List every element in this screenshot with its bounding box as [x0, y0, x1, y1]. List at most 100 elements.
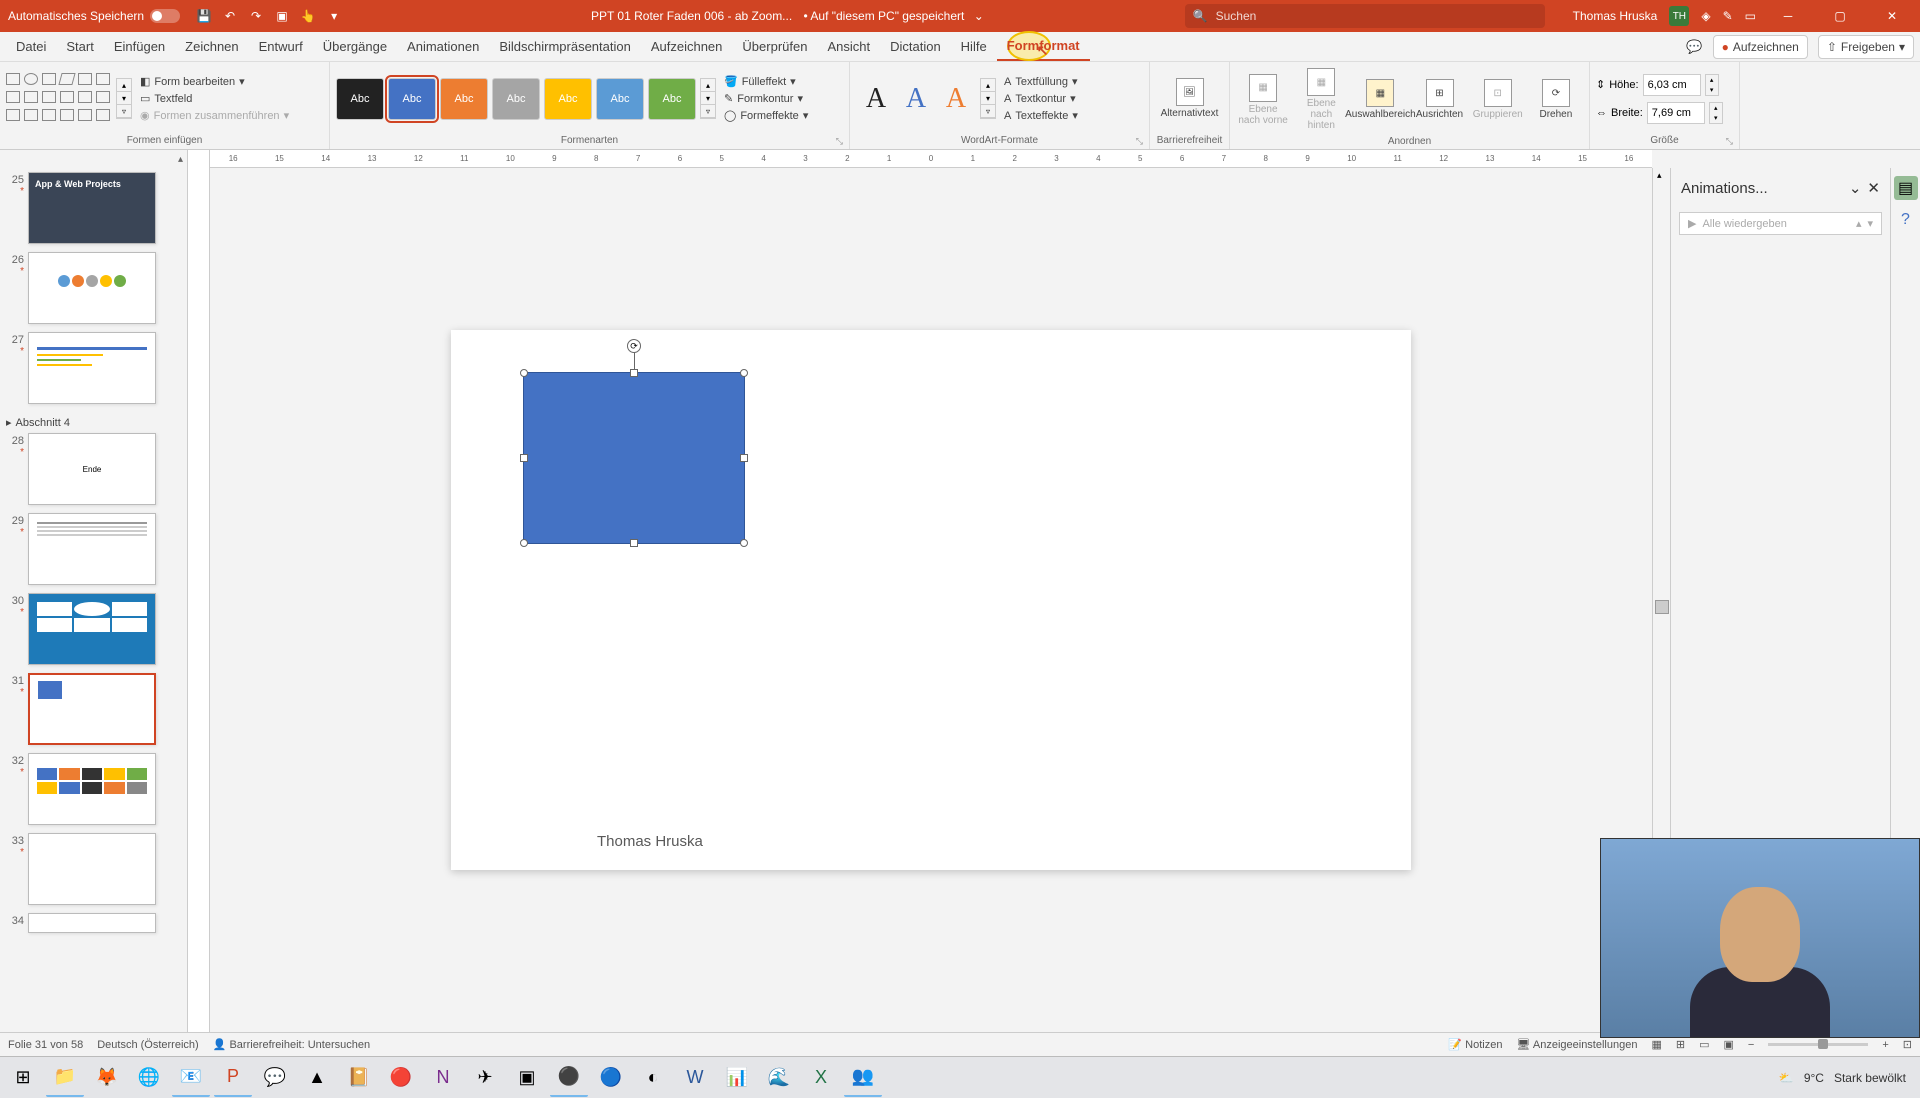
window-icon[interactable]: ▭: [1745, 9, 1756, 23]
obs-icon[interactable]: ⚫: [550, 1059, 588, 1097]
temperature[interactable]: 9°C: [1804, 1071, 1824, 1085]
thumb-27[interactable]: [28, 332, 156, 404]
diamond-icon[interactable]: ◈: [1701, 9, 1710, 23]
redo-icon[interactable]: ↷: [248, 8, 264, 24]
handle-mr[interactable]: [740, 454, 748, 462]
pane-options-icon[interactable]: ⌄: [1849, 179, 1862, 197]
pane-close-icon[interactable]: ✕: [1867, 179, 1880, 197]
fit-window-icon[interactable]: ⊡: [1903, 1038, 1912, 1051]
teams-icon[interactable]: 👥: [844, 1059, 882, 1097]
effects-button[interactable]: ◯Formeffekte▾: [720, 108, 812, 123]
start-button[interactable]: ⊞: [4, 1059, 42, 1097]
selection-pane-button[interactable]: ▦Auswahlbereich: [1352, 75, 1408, 124]
thumb-29[interactable]: [28, 513, 156, 585]
qat-more-icon[interactable]: ▾: [326, 8, 342, 24]
tab-bildschirmpraesentation[interactable]: Bildschirmpräsentation: [489, 32, 641, 61]
search-input[interactable]: [1216, 9, 1537, 23]
app-icon-5[interactable]: 🔵: [592, 1059, 630, 1097]
edge-icon[interactable]: 🌊: [760, 1059, 798, 1097]
style-blue[interactable]: Abc: [388, 78, 436, 120]
excel-icon[interactable]: X: [802, 1059, 840, 1097]
present-icon[interactable]: ▣: [274, 8, 290, 24]
scroll-thumb[interactable]: [1655, 600, 1669, 614]
wordart-style-3[interactable]: A: [936, 83, 976, 115]
display-settings-button[interactable]: 🖥 Anzeigeeinstellungen: [1516, 1038, 1637, 1051]
view-normal-icon[interactable]: ▦: [1651, 1038, 1661, 1051]
height-spinner[interactable]: ▴▾: [1705, 74, 1719, 96]
user-avatar[interactable]: TH: [1669, 6, 1689, 26]
shapes-gallery[interactable]: [6, 73, 112, 125]
tab-aufzeichnen[interactable]: Aufzeichnen: [641, 32, 733, 61]
pen-icon[interactable]: ✎: [1723, 9, 1733, 23]
thumb-31[interactable]: [28, 673, 156, 745]
width-input[interactable]: [1647, 102, 1705, 124]
alttext-button[interactable]: 🖼 Alternativtext: [1162, 74, 1218, 123]
scroll-up-icon[interactable]: ▴: [1657, 170, 1662, 181]
outline-button[interactable]: ✎Formkontur▾: [720, 91, 812, 106]
language-indicator[interactable]: Deutsch (Österreich): [97, 1039, 198, 1051]
handle-tc[interactable]: [630, 369, 638, 377]
style-gallery-more[interactable]: ▴▾▿: [700, 78, 716, 119]
style-lightblue[interactable]: Abc: [596, 78, 644, 120]
app-icon-7[interactable]: 📊: [718, 1059, 756, 1097]
view-reading-icon[interactable]: ▭: [1699, 1038, 1709, 1051]
weather-text[interactable]: Stark bewölkt: [1834, 1071, 1906, 1085]
record-button[interactable]: ●Aufzeichnen: [1713, 35, 1808, 59]
view-sorter-icon[interactable]: ⊞: [1676, 1038, 1685, 1051]
app-icon-2[interactable]: 📔: [340, 1059, 378, 1097]
telegram-icon[interactable]: ✈: [466, 1059, 504, 1097]
section-header[interactable]: ▸Abschnitt 4: [4, 412, 183, 433]
slide-canvas[interactable]: ⟳ Thomas Hruska: [451, 330, 1411, 870]
outlook-icon[interactable]: 📧: [172, 1059, 210, 1097]
selected-rectangle-shape[interactable]: ⟳: [523, 372, 745, 544]
view-slideshow-icon[interactable]: ▣: [1724, 1038, 1734, 1051]
size-launcher[interactable]: ⤡: [1726, 136, 1733, 147]
onenote-icon[interactable]: N: [424, 1059, 462, 1097]
height-input[interactable]: [1643, 74, 1701, 96]
minimize-button[interactable]: ─: [1768, 0, 1808, 32]
thumb-32[interactable]: [28, 753, 156, 825]
wordart-gallery-more[interactable]: ▴▾▿: [980, 78, 996, 119]
rotate-button[interactable]: ⟳Drehen: [1529, 75, 1583, 124]
zoom-out-icon[interactable]: −: [1748, 1039, 1754, 1051]
thumb-34[interactable]: [28, 913, 156, 933]
style-green[interactable]: Abc: [648, 78, 696, 120]
texteffects-button[interactable]: ATexteffekte▾: [1000, 108, 1082, 123]
tab-start[interactable]: Start: [56, 32, 103, 61]
save-icon[interactable]: 💾: [196, 8, 212, 24]
app-icon-1[interactable]: 💬: [256, 1059, 294, 1097]
panel-scroll-up[interactable]: ▴: [178, 154, 183, 165]
tab-ansicht[interactable]: Ansicht: [817, 32, 880, 61]
app-icon-6[interactable]: ◐: [634, 1059, 672, 1097]
word-icon[interactable]: W: [676, 1059, 714, 1097]
powerpoint-icon[interactable]: P: [214, 1059, 252, 1097]
style-black[interactable]: Abc: [336, 78, 384, 120]
fill-button[interactable]: 🪣Fülleffekt▾: [720, 74, 812, 89]
thumb-33[interactable]: [28, 833, 156, 905]
firefox-icon[interactable]: 🦊: [88, 1059, 126, 1097]
tab-ueberpruefen[interactable]: Überprüfen: [732, 32, 817, 61]
animations-tab-icon[interactable]: ▤: [1894, 176, 1918, 200]
edit-shape-button[interactable]: ◧Form bearbeiten▾: [136, 74, 293, 89]
thumb-30[interactable]: [28, 593, 156, 665]
zoom-slider[interactable]: [1768, 1043, 1868, 1046]
style-yellow[interactable]: Abc: [544, 78, 592, 120]
slide-thumbnails-panel[interactable]: 25* App & Web Projects 26* 27* ▸Abschnit…: [0, 168, 188, 1032]
title-dropdown-icon[interactable]: ⌄: [974, 9, 984, 23]
vlc-icon[interactable]: ▲: [298, 1059, 336, 1097]
thumb-25[interactable]: App & Web Projects: [28, 172, 156, 244]
tab-dictation[interactable]: Dictation: [880, 32, 951, 61]
textoutline-button[interactable]: ATextkontur▾: [1000, 91, 1082, 106]
chrome-icon[interactable]: 🌐: [130, 1059, 168, 1097]
handle-br[interactable]: [740, 539, 748, 547]
tab-datei[interactable]: Datei: [6, 32, 56, 61]
width-spinner[interactable]: ▴▾: [1709, 102, 1723, 124]
handle-bl[interactable]: [520, 539, 528, 547]
shapes-gallery-more[interactable]: ▴▾▿: [116, 78, 132, 119]
thumb-28[interactable]: Ende: [28, 433, 156, 505]
tab-entwurf[interactable]: Entwurf: [249, 32, 313, 61]
style-gray[interactable]: Abc: [492, 78, 540, 120]
wordart-launcher[interactable]: ⤡: [1136, 136, 1143, 147]
tab-uebergaenge[interactable]: Übergänge: [313, 32, 397, 61]
align-button[interactable]: ⊞Ausrichten: [1412, 75, 1466, 124]
